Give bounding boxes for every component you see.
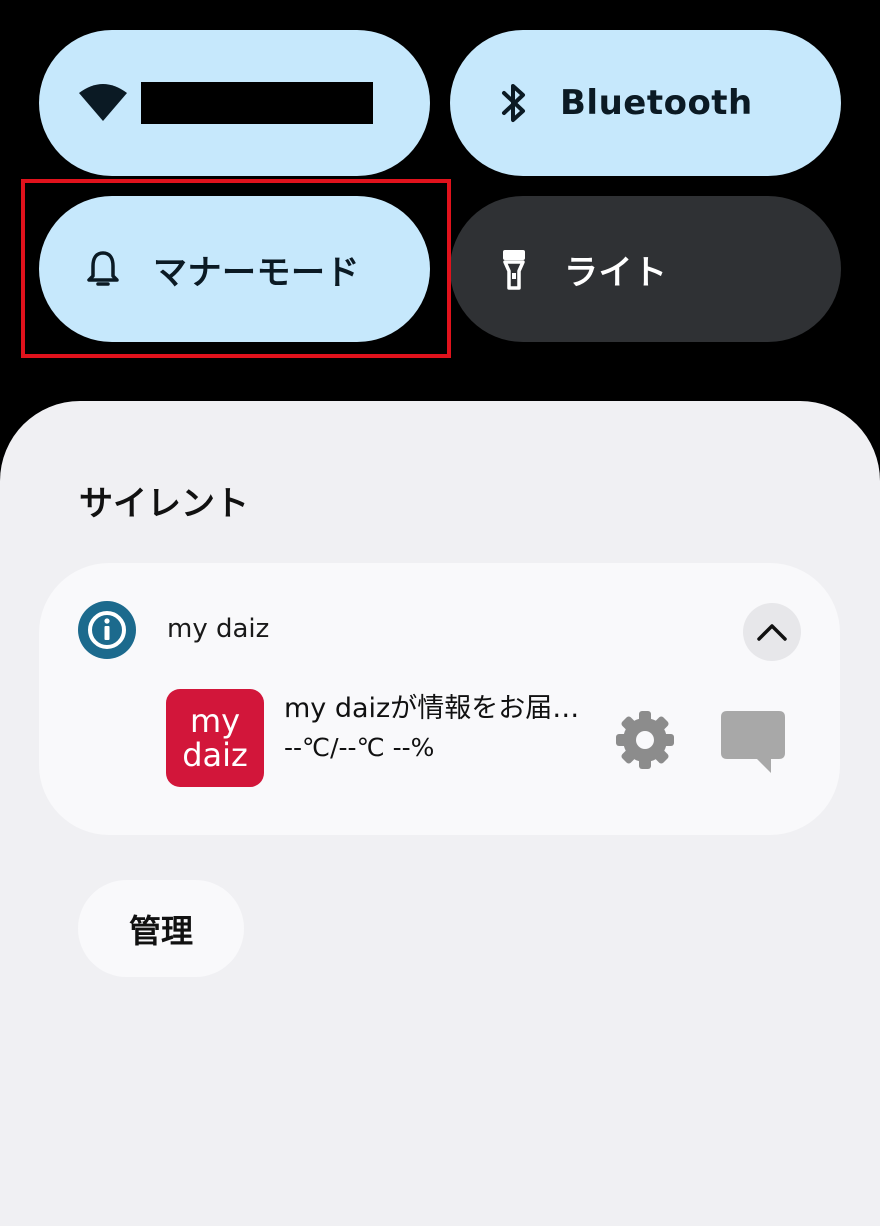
- bluetooth-icon: [486, 75, 542, 131]
- flashlight-tile[interactable]: ライト: [450, 196, 841, 342]
- flashlight-icon: [486, 241, 542, 297]
- notification-title: my daizが情報をお届…: [284, 693, 580, 724]
- my-daiz-logo: my daiz: [166, 689, 264, 787]
- bluetooth-label: Bluetooth: [560, 83, 753, 123]
- bluetooth-tile[interactable]: Bluetooth: [450, 30, 841, 176]
- logo-text-line2: daiz: [182, 736, 248, 774]
- manage-button[interactable]: 管理: [78, 880, 244, 977]
- notification-app-name: my daiz: [167, 614, 270, 644]
- collapse-button[interactable]: [743, 603, 801, 661]
- logo-text-line1: my: [189, 702, 241, 740]
- flashlight-label: ライト: [564, 252, 668, 293]
- gear-icon[interactable]: [612, 707, 678, 773]
- wifi-icon: [75, 75, 131, 131]
- wifi-network-name-redacted: [141, 82, 373, 124]
- section-title-silent: サイレント: [79, 484, 249, 524]
- wifi-tile[interactable]: [39, 30, 430, 176]
- message-icon[interactable]: [719, 709, 787, 777]
- notification-body: --℃/--℃ --%: [284, 733, 435, 762]
- chevron-up-icon: [757, 624, 787, 641]
- info-icon: [78, 601, 136, 659]
- highlight-annotation-box: [21, 179, 451, 358]
